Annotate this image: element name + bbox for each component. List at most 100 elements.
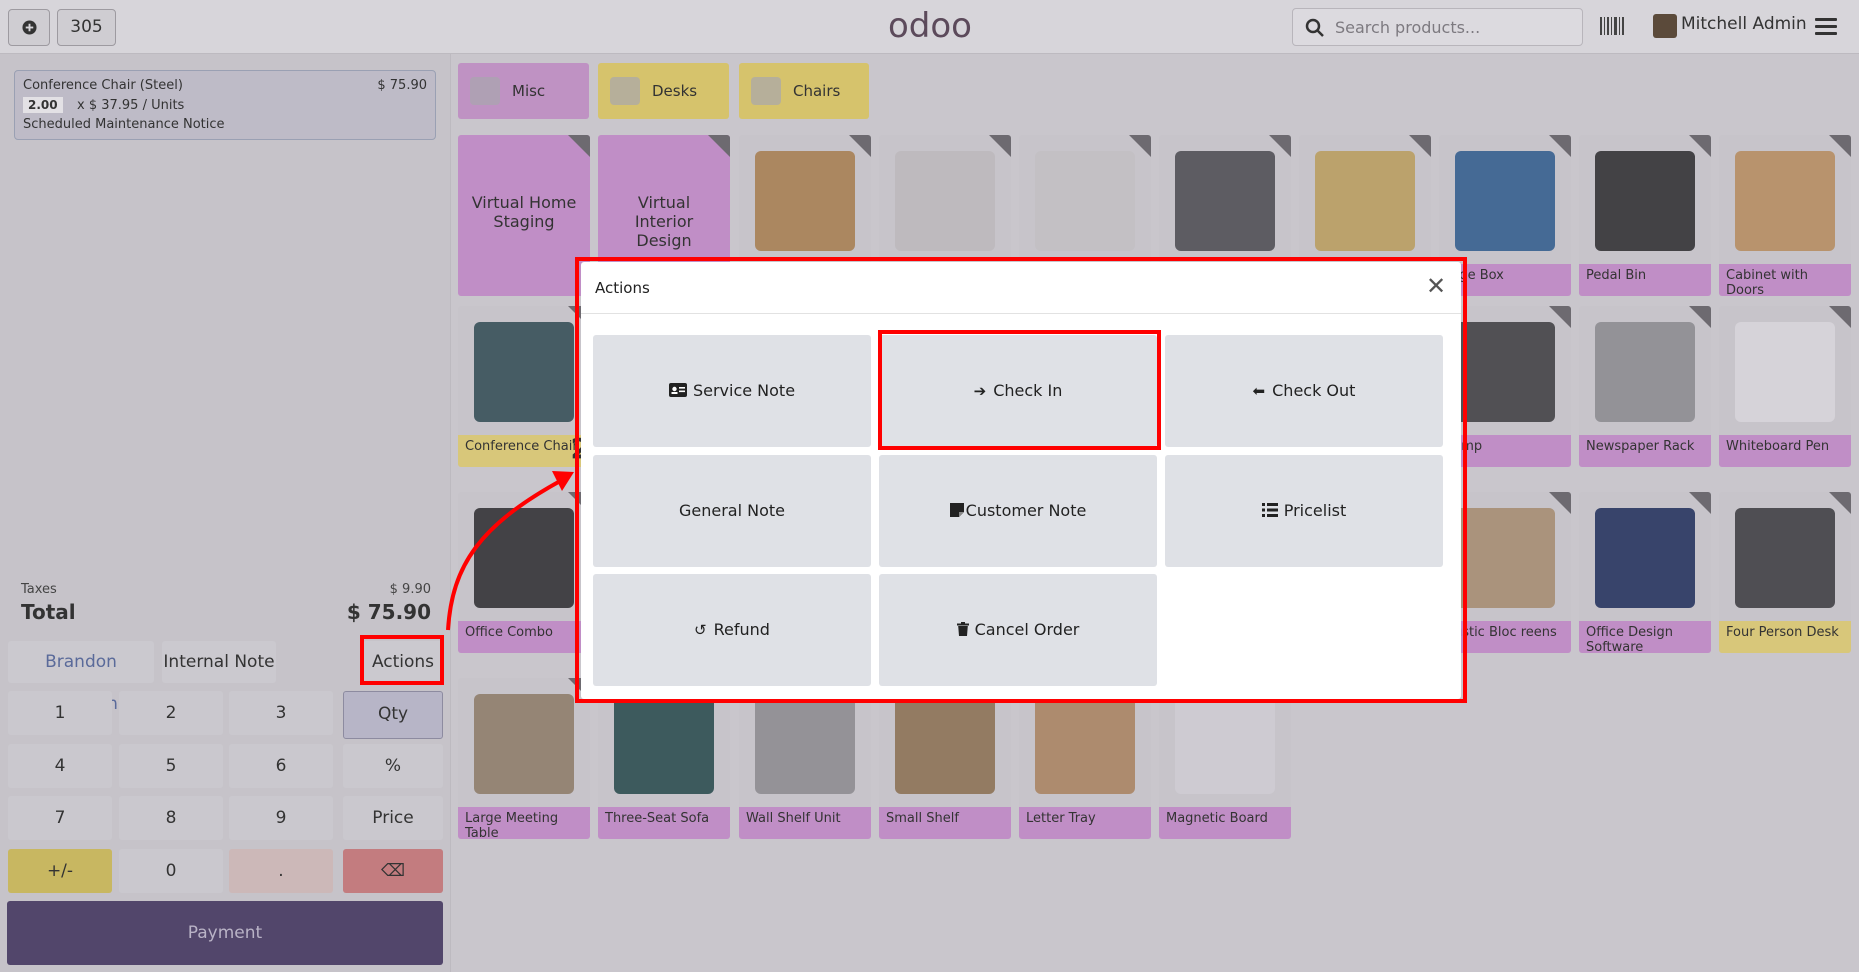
general-note-button[interactable]: General Note: [593, 455, 871, 567]
product-card[interactable]: Whiteboard Pen: [1719, 306, 1851, 467]
info-icon[interactable]: [1269, 135, 1291, 157]
numpad-price[interactable]: Price: [343, 796, 443, 840]
numpad-2[interactable]: 2: [119, 691, 223, 735]
internal-note-button[interactable]: Internal Note: [162, 641, 276, 683]
info-icon[interactable]: [1829, 135, 1851, 157]
info-icon[interactable]: [708, 135, 730, 157]
numpad-percent[interactable]: %: [343, 744, 443, 788]
product-image: [1455, 508, 1555, 608]
product-name: Large Meeting Table: [458, 807, 590, 839]
total-label: Total: [21, 600, 76, 624]
product-image: [755, 694, 855, 794]
user-name[interactable]: Mitchell Admin: [1681, 14, 1807, 34]
product-card[interactable]: Large Meeting Table: [458, 678, 590, 839]
numpad-plusminus[interactable]: +/-: [8, 849, 112, 893]
category-chairs[interactable]: Chairs: [739, 63, 869, 119]
order-line-note: Scheduled Maintenance Notice: [23, 117, 225, 132]
new-order-button[interactable]: [8, 9, 50, 46]
info-icon[interactable]: [989, 135, 1011, 157]
cancel-order-label: Cancel Order: [974, 620, 1080, 639]
info-icon[interactable]: [1129, 135, 1151, 157]
numpad-7[interactable]: 7: [8, 796, 112, 840]
info-icon[interactable]: [1549, 306, 1571, 328]
info-icon[interactable]: [1829, 306, 1851, 328]
actions-highlight: [360, 635, 444, 685]
pricelist-button[interactable]: Pricelist: [1165, 455, 1443, 567]
numpad-4[interactable]: 4: [8, 744, 112, 788]
info-icon[interactable]: [1689, 306, 1711, 328]
numpad-qty[interactable]: Qty: [343, 691, 443, 739]
customer-note-label: Customer Note: [965, 501, 1087, 520]
product-image: [614, 694, 714, 794]
numpad-8[interactable]: 8: [119, 796, 223, 840]
product-card[interactable]: Cabinet with Doors: [1719, 135, 1851, 296]
check-out-label: Check Out: [1272, 381, 1356, 400]
cancel-order-button[interactable]: Cancel Order: [879, 574, 1157, 686]
plus-circle-icon: [21, 20, 37, 35]
payment-button[interactable]: Payment: [7, 901, 443, 965]
info-icon[interactable]: [1549, 135, 1571, 157]
product-card[interactable]: Newspaper Rack: [1579, 306, 1711, 467]
info-icon[interactable]: [1689, 135, 1711, 157]
order-line-price: $ 75.90: [377, 78, 427, 93]
search-input[interactable]: Search products...: [1292, 8, 1583, 46]
check-out-button[interactable]: ⬅ Check Out: [1165, 335, 1443, 447]
product-card[interactable]: Office Design Software: [1579, 492, 1711, 653]
actions-dialog: Actions ✕ Service Note ➔ Check In ⬅ Check …: [581, 262, 1461, 699]
product-card[interactable]: Four Person Desk: [1719, 492, 1851, 653]
product-image: [1035, 694, 1135, 794]
search-icon: [1305, 18, 1324, 37]
product-name: Pedal Bin: [1579, 264, 1711, 296]
info-icon[interactable]: [1829, 492, 1851, 514]
menu-icon[interactable]: [1815, 18, 1837, 39]
barcode-icon[interactable]: [1600, 17, 1624, 35]
avatar[interactable]: [1653, 14, 1677, 38]
check-in-highlight: [878, 330, 1161, 450]
product-card[interactable]: Pedal Bin: [1579, 135, 1711, 296]
order-totals: Taxes $ 9.90 Total $ 75.90: [8, 576, 444, 633]
info-icon[interactable]: [1549, 492, 1571, 514]
list-icon: [1261, 503, 1278, 517]
product-card[interactable]: Conference Chair 2: [458, 306, 590, 467]
service-note-label: Service Note: [692, 381, 796, 400]
arrow-left-icon: ⬅: [1252, 382, 1266, 400]
numpad-3[interactable]: 3: [229, 691, 333, 735]
service-note-button[interactable]: Service Note: [593, 335, 871, 447]
top-bar: 305 odoo Search products... Mitchell Adm…: [0, 0, 1859, 54]
numpad-0[interactable]: 0: [119, 849, 223, 893]
product-name: Virtual Interior Design: [634, 193, 694, 250]
order-line-qty: 2.00: [23, 97, 63, 113]
refund-button[interactable]: ↺ Refund: [593, 574, 871, 686]
category-desks-label: Desks: [652, 82, 698, 100]
product-image: [1735, 508, 1835, 608]
search-placeholder: Search products...: [1335, 18, 1481, 37]
category-misc[interactable]: Misc: [458, 63, 589, 119]
product-card[interactable]: Virtual Home Staging: [458, 135, 590, 296]
info-icon[interactable]: [568, 135, 590, 157]
info-icon[interactable]: [1409, 135, 1431, 157]
product-image: [1175, 694, 1275, 794]
close-icon[interactable]: ✕: [1425, 274, 1447, 298]
product-name: Letter Tray: [1019, 807, 1151, 839]
desk-category-icon: [610, 77, 640, 105]
numpad-dot[interactable]: .: [229, 849, 333, 893]
info-icon[interactable]: [849, 135, 871, 157]
numpad-1[interactable]: 1: [8, 691, 112, 735]
numpad-9[interactable]: 9: [229, 796, 333, 840]
undo-icon: ↺: [694, 621, 707, 639]
order-line[interactable]: Conference Chair (Steel) $ 75.90 2.00 x …: [14, 70, 436, 140]
product-name: Three-Seat Sofa: [598, 807, 730, 839]
product-image: [1735, 322, 1835, 422]
product-image: [474, 322, 574, 422]
numpad-backspace[interactable]: ⌫: [343, 849, 443, 893]
refund-label: Refund: [713, 620, 770, 639]
info-icon[interactable]: [1689, 492, 1711, 514]
numpad-6[interactable]: 6: [229, 744, 333, 788]
product-name: Office Design Software: [1579, 621, 1711, 653]
order-tab[interactable]: 305: [57, 9, 116, 46]
odoo-logo: odoo: [888, 6, 972, 46]
customer-button[interactable]: Brandon Freeman: [8, 641, 154, 714]
customer-note-button[interactable]: Customer Note: [879, 455, 1157, 567]
category-desks[interactable]: Desks: [598, 63, 729, 119]
numpad-5[interactable]: 5: [119, 744, 223, 788]
